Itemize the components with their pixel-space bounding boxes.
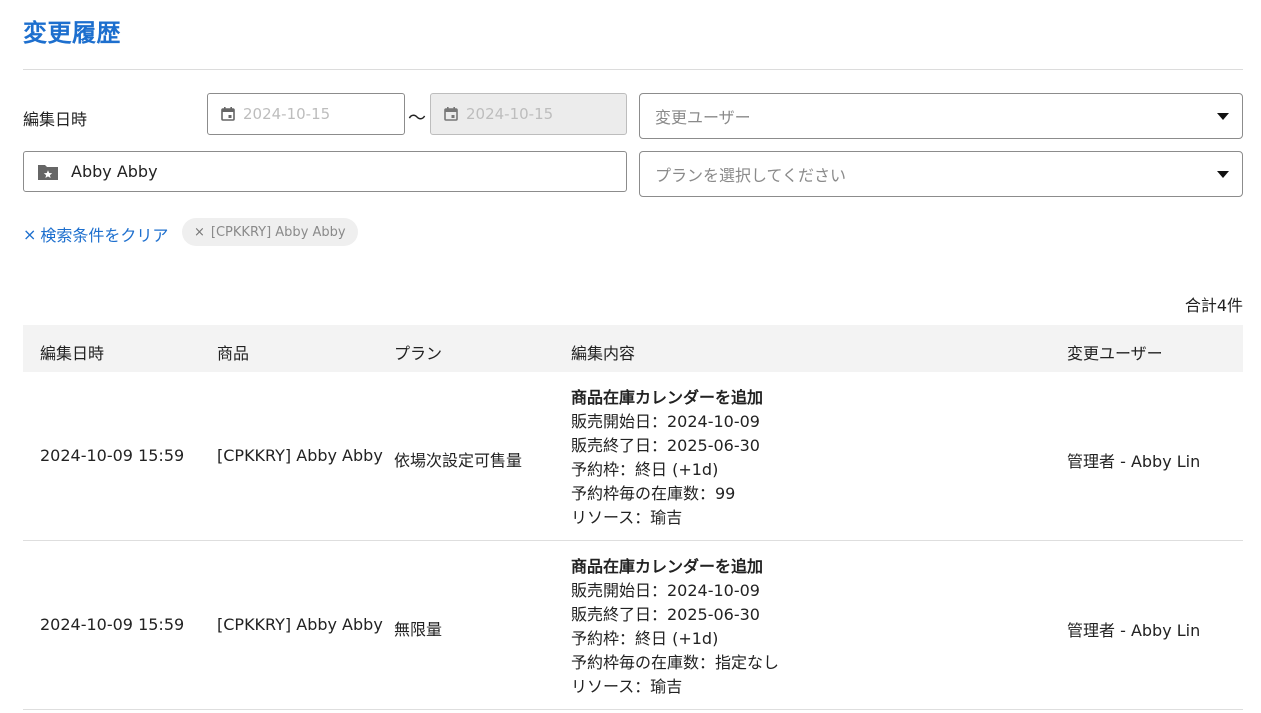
header-datetime: 編集日時 bbox=[40, 344, 105, 363]
cell-user: 管理者 - Abby Lin bbox=[1067, 452, 1201, 471]
caret-down-icon bbox=[1217, 112, 1229, 120]
plan-select-placeholder: プランを選択してください bbox=[655, 166, 847, 185]
content-line: リソース：瑜吉 bbox=[571, 677, 683, 696]
page-title: 変更履歴 bbox=[23, 19, 121, 47]
close-icon: × bbox=[23, 224, 37, 244]
title-divider bbox=[23, 69, 1243, 70]
header-plan: プラン bbox=[394, 344, 443, 363]
header-content: 編集内容 bbox=[571, 344, 636, 363]
content-line: リソース：瑜吉 bbox=[571, 508, 683, 527]
product-value: Abby Abby bbox=[71, 162, 158, 181]
table-row: 2024-10-09 15:59 [CPKKRY] Abby Abby 無限量 … bbox=[23, 541, 1243, 710]
cell-product: [CPKKRY] Abby Abby bbox=[217, 615, 383, 634]
filter-chip-label: [CPKKRY] Abby Abby bbox=[210, 224, 346, 240]
history-table: 編集日時 商品 プラン 編集内容 変更ユーザー 2024-10-09 15:59… bbox=[23, 325, 1243, 710]
content-title: 商品在庫カレンダーを追加 bbox=[571, 388, 764, 407]
date-separator: 〜 bbox=[408, 108, 426, 129]
content-line: 販売終了日：2025-06-30 bbox=[571, 605, 760, 624]
date-from-placeholder: 2024-10-15 bbox=[243, 105, 331, 123]
date-from-input[interactable]: 2024-10-15 bbox=[207, 93, 405, 135]
date-to-input[interactable]: 2024-10-15 bbox=[430, 93, 627, 135]
product-input[interactable]: Abby Abby bbox=[23, 151, 627, 192]
content-line: 予約枠：終日 (+1d) bbox=[571, 460, 719, 479]
calendar-icon bbox=[221, 107, 235, 121]
plan-select[interactable]: プランを選択してください bbox=[639, 151, 1243, 197]
table-row: 2024-10-09 15:59 [CPKKRY] Abby Abby 依場次設… bbox=[23, 372, 1243, 541]
content-title: 商品在庫カレンダーを追加 bbox=[571, 557, 764, 576]
table-header: 編集日時 商品 プラン 編集内容 変更ユーザー bbox=[23, 325, 1243, 372]
header-product: 商品 bbox=[217, 344, 250, 363]
date-to-placeholder: 2024-10-15 bbox=[466, 105, 554, 123]
calendar-icon bbox=[444, 107, 458, 121]
cell-content: 商品在庫カレンダーを追加 販売開始日：2024-10-09 販売終了日：2025… bbox=[571, 555, 779, 699]
header-user: 変更ユーザー bbox=[1067, 344, 1163, 363]
cell-content: 商品在庫カレンダーを追加 販売開始日：2024-10-09 販売終了日：2025… bbox=[571, 386, 763, 530]
cell-user: 管理者 - Abby Lin bbox=[1067, 621, 1201, 640]
cell-datetime: 2024-10-09 15:59 bbox=[40, 615, 185, 634]
chip-close-icon[interactable]: × bbox=[194, 225, 205, 240]
cell-datetime: 2024-10-09 15:59 bbox=[40, 446, 185, 465]
content-line: 販売開始日：2024-10-09 bbox=[571, 412, 760, 431]
edit-date-label: 編集日時 bbox=[23, 110, 88, 129]
cell-product: [CPKKRY] Abby Abby bbox=[217, 446, 383, 465]
total-count: 合計4件 bbox=[1184, 296, 1243, 315]
content-line: 販売終了日：2025-06-30 bbox=[571, 436, 760, 455]
user-select-placeholder: 変更ユーザー bbox=[655, 108, 751, 127]
content-line: 予約枠毎の在庫数：99 bbox=[571, 484, 736, 503]
content-line: 予約枠毎の在庫数：指定なし bbox=[571, 653, 780, 672]
filter-chip[interactable]: × [CPKKRY] Abby Abby bbox=[182, 218, 358, 246]
caret-down-icon bbox=[1217, 170, 1229, 178]
clear-filters-label: 検索条件をクリア bbox=[40, 226, 169, 245]
clear-filters-link[interactable]: × 検索条件をクリア bbox=[23, 222, 168, 246]
cell-plan: 依場次設定可售量 bbox=[394, 451, 523, 470]
content-line: 予約枠：終日 (+1d) bbox=[571, 629, 719, 648]
content-line: 販売開始日：2024-10-09 bbox=[571, 581, 760, 600]
folder-star-icon bbox=[38, 164, 58, 180]
user-select[interactable]: 変更ユーザー bbox=[639, 93, 1243, 139]
cell-plan: 無限量 bbox=[394, 620, 443, 639]
